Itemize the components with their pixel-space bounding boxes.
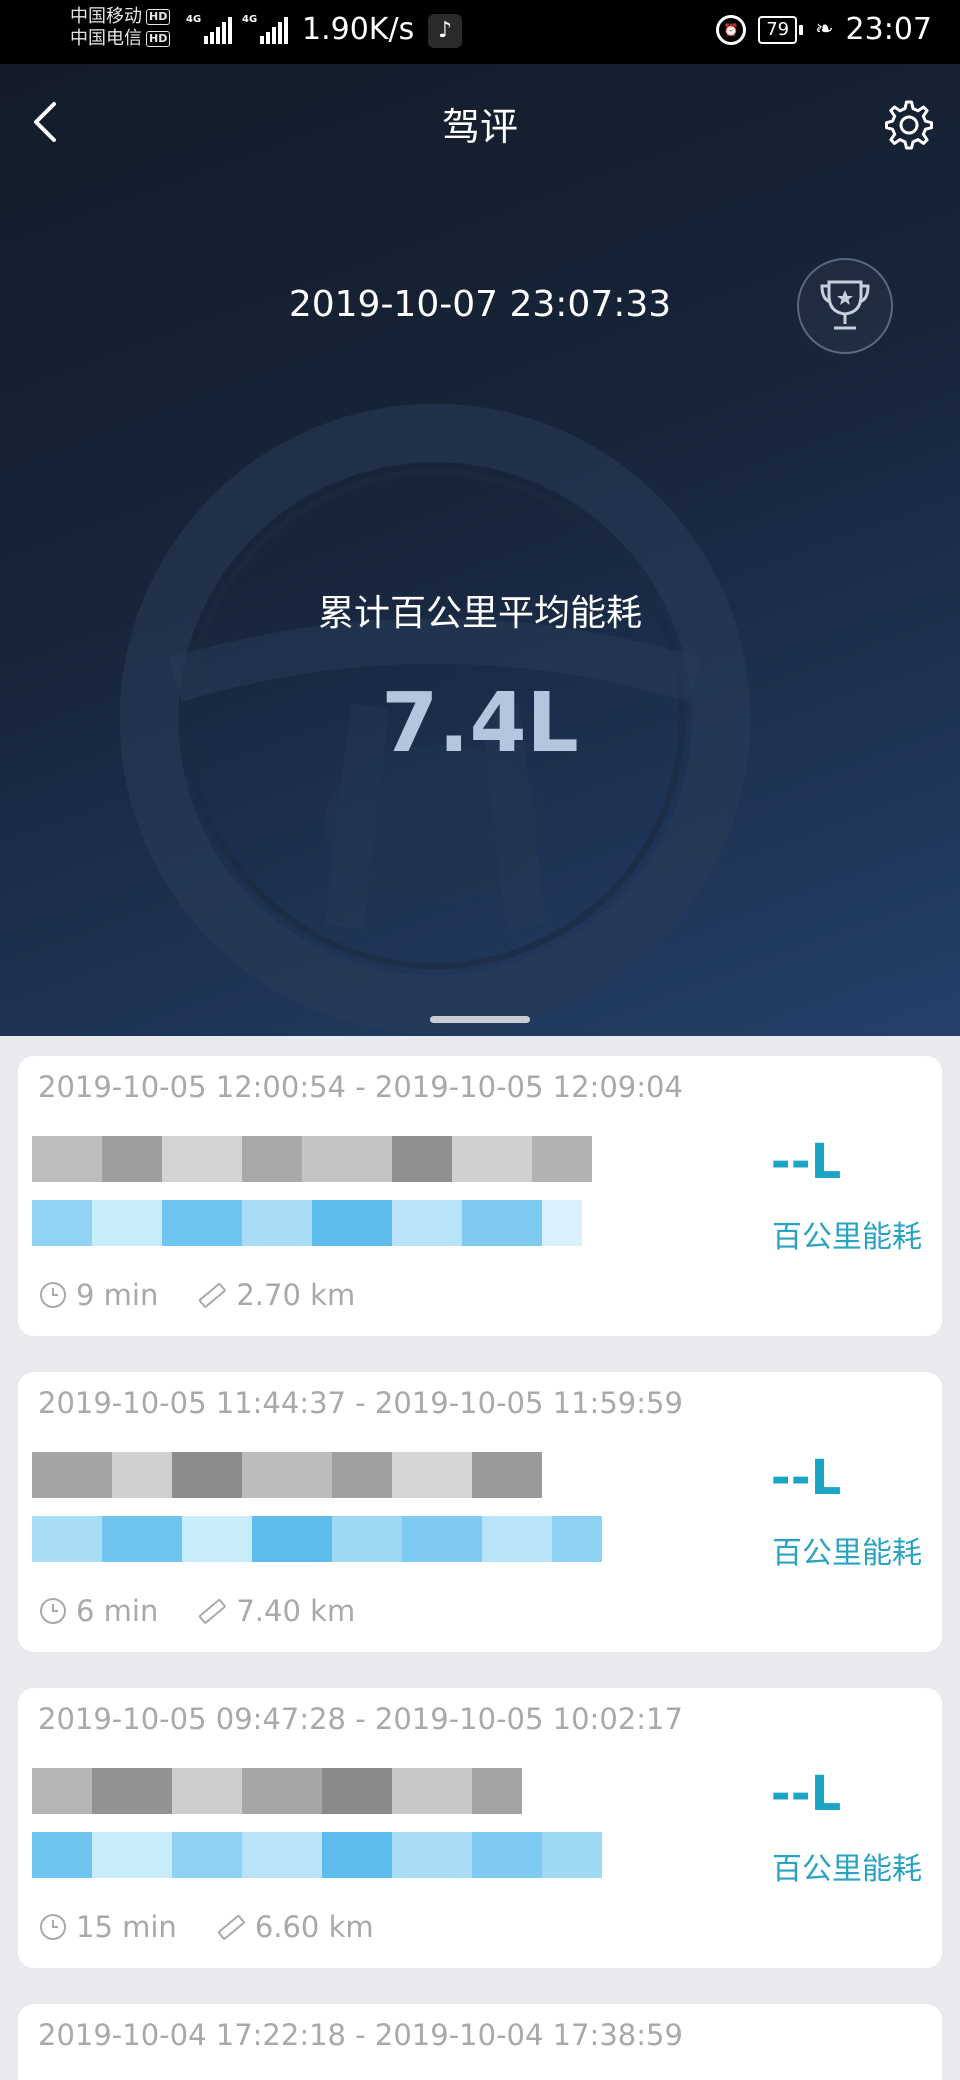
carrier-1: 中国移动 [70, 6, 142, 27]
net-speed: 1.90K/s [302, 12, 415, 47]
achievement-trophy-button[interactable] [797, 258, 893, 354]
status-time: 23:07 [845, 12, 932, 47]
end-address-redacted [32, 1516, 602, 1562]
trip-fuel-label: 百公里能耗 [772, 1536, 922, 1571]
battery-icon: 79 [758, 15, 804, 44]
settings-gear-icon[interactable] [882, 98, 936, 152]
network-type-2: 4G [242, 14, 258, 25]
average-consumption-value: 7.4L [381, 676, 579, 771]
tiktok-notification-icon: ♪ [428, 14, 462, 48]
trip-duration: 15 min [76, 1910, 177, 1944]
drag-handle[interactable] [430, 1016, 530, 1023]
power-saving-leaf-icon: ❧ [815, 17, 834, 42]
trip-fuel-value: --L [770, 1134, 842, 1190]
hd-badge: HD [146, 9, 171, 25]
signal-icon: 4G [242, 14, 288, 44]
battery-level: 79 [758, 15, 798, 44]
trip-meta: 6 min 7.40 km [38, 1594, 355, 1628]
start-address-redacted [32, 1452, 542, 1498]
network-type-1: 4G [186, 14, 202, 25]
trip-distance: 6.60 km [254, 1910, 374, 1944]
signal-icon: 4G [186, 14, 232, 44]
clock-icon [40, 1914, 66, 1940]
trip-duration: 9 min [76, 1278, 159, 1312]
trip-list[interactable]: 2019-10-05 12:00:54 - 2019-10-05 12:09:0… [18, 1056, 942, 2080]
clock-icon [40, 1282, 66, 1308]
trip-fuel-value: --L [770, 1766, 842, 1822]
start-address-redacted [32, 1136, 592, 1182]
end-address-redacted [32, 1200, 582, 1246]
page-title: 驾评 [441, 105, 518, 149]
status-bar: 中国移动 HD 中国电信 HD 4G 4G 1.90K/s ♪ ⏰ 79 ❧ 23:… [0, 0, 960, 64]
trip-meta: 15 min 6.60 km [38, 1910, 374, 1944]
ruler-icon [217, 1914, 245, 1940]
trip-fuel-label: 百公里能耗 [772, 1852, 922, 1887]
trip-fuel-value: --L [770, 1450, 842, 1506]
trip-time-range: 2019-10-05 12:00:54 - 2019-10-05 12:09:0… [38, 1070, 683, 1104]
trip-card[interactable]: 2019-10-05 11:44:37 - 2019-10-05 11:59:5… [18, 1372, 942, 1652]
alarm-icon: ⏰ [716, 14, 747, 45]
trip-duration: 6 min [76, 1594, 159, 1628]
summary-hero: 驾评 2019-10-07 23:07:33 累计百公里平均能耗 7.4L [0, 64, 960, 1036]
trip-meta: 9 min 2.70 km [38, 1278, 355, 1312]
trip-distance: 7.40 km [236, 1594, 356, 1628]
trip-card[interactable]: 2019-10-04 17:22:18 - 2019-10-04 17:38:5… [18, 2004, 942, 2080]
trophy-icon [820, 280, 870, 330]
signal-indicators: 4G 4G [186, 14, 288, 44]
trip-time-range: 2019-10-05 09:47:28 - 2019-10-05 10:02:1… [38, 1702, 683, 1736]
trip-distance: 2.70 km [236, 1278, 356, 1312]
ruler-icon [199, 1282, 227, 1308]
carrier-2: 中国电信 [70, 28, 142, 49]
hd-badge: HD [146, 31, 171, 47]
trip-fuel-label: 百公里能耗 [772, 1220, 922, 1255]
clock-icon [40, 1598, 66, 1624]
trip-card[interactable]: 2019-10-05 09:47:28 - 2019-10-05 10:02:1… [18, 1688, 942, 1968]
average-consumption-label: 累计百公里平均能耗 [317, 593, 642, 634]
start-address-redacted [32, 1768, 522, 1814]
carrier-info: 中国移动 HD 中国电信 HD [70, 6, 171, 50]
trip-card[interactable]: 2019-10-05 12:00:54 - 2019-10-05 12:09:0… [18, 1056, 942, 1336]
trip-time-range: 2019-10-04 17:22:18 - 2019-10-04 17:38:5… [38, 2018, 683, 2052]
end-address-redacted [32, 1832, 602, 1878]
trip-time-range: 2019-10-05 11:44:37 - 2019-10-05 11:59:5… [38, 1386, 683, 1420]
ruler-icon [199, 1598, 227, 1624]
